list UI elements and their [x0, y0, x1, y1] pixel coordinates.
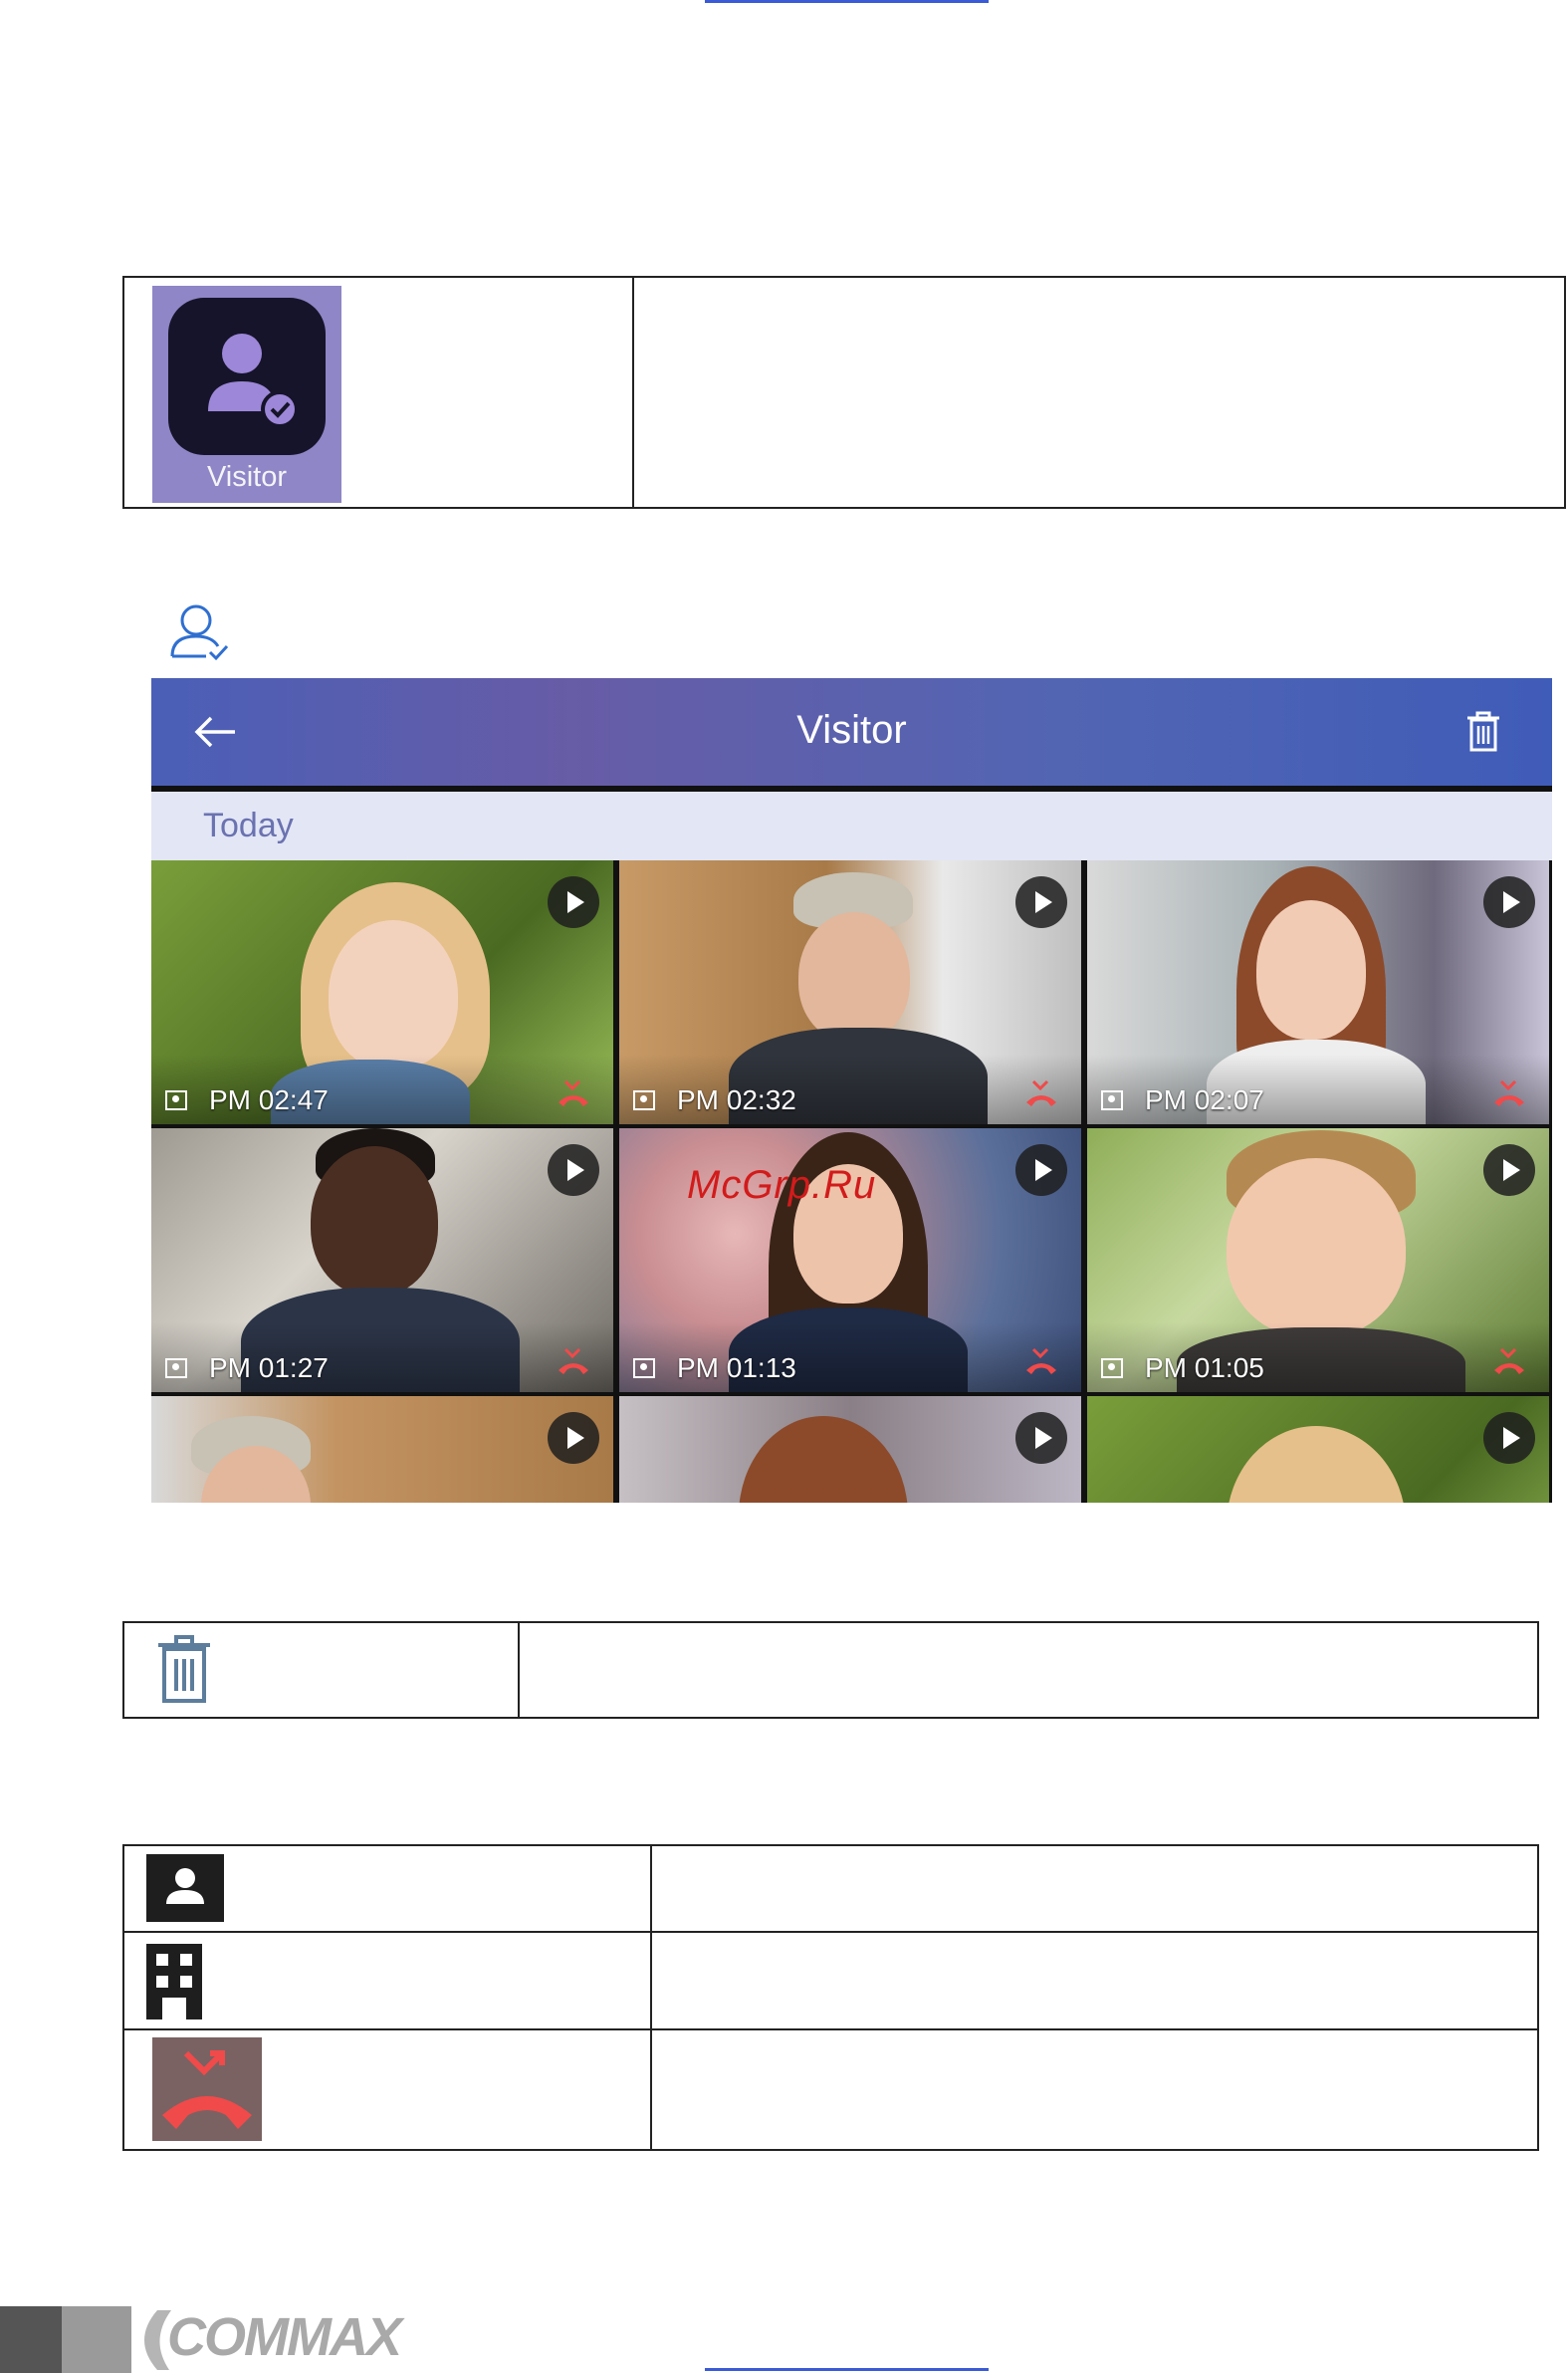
person-check-icon	[208, 334, 299, 428]
footer-block-dark	[0, 2306, 62, 2373]
person-card-icon	[165, 1358, 187, 1378]
app-header: Visitor	[151, 678, 1552, 786]
visitor-thumbnail[interactable]	[151, 1396, 613, 1503]
person-card-icon	[1101, 1358, 1123, 1378]
play-icon[interactable]	[1483, 1144, 1535, 1196]
table-row-divider	[124, 1931, 1537, 1933]
visitor-thumbnail[interactable]: PM 01:27	[151, 1128, 613, 1392]
person-card-icon	[146, 1854, 224, 1922]
table-divider	[632, 278, 634, 507]
visitor-thumbnail[interactable]	[1087, 1396, 1549, 1503]
visitor-thumbnail[interactable]: PM 02:47	[151, 860, 613, 1124]
trash-icon	[158, 1635, 210, 1703]
visitor-thumbnail[interactable]: PM 02:07	[1087, 860, 1549, 1124]
visitor-outline-icon	[170, 604, 229, 661]
screen-title: Visitor	[796, 708, 907, 752]
play-icon[interactable]	[548, 876, 599, 928]
visitor-thumbnail[interactable]: PM 01:05	[1087, 1128, 1549, 1392]
thumbnail-time-label: PM 01:13	[633, 1352, 796, 1384]
table-divider	[518, 1623, 520, 1717]
play-icon[interactable]	[1015, 1412, 1067, 1464]
delete-icon-table	[122, 1621, 1539, 1719]
play-icon[interactable]	[548, 1144, 599, 1196]
thumbnail-time-label: PM 02:07	[1101, 1084, 1264, 1116]
visitor-thumbnail[interactable]	[619, 1396, 1081, 1503]
trash-icon[interactable]	[1463, 710, 1503, 754]
missed-call-icon	[1494, 1347, 1524, 1374]
missed-call-icon	[559, 1079, 588, 1106]
play-icon[interactable]	[1015, 1144, 1067, 1196]
person-card-icon	[1101, 1090, 1123, 1110]
person-card-icon	[633, 1090, 655, 1110]
visitor-app-icon[interactable]: Visitor	[152, 286, 341, 503]
top-link-underline	[705, 0, 989, 3]
visitor-app-icon-square	[168, 298, 326, 455]
person-card-icon	[633, 1358, 655, 1378]
building-icon	[146, 1944, 202, 2019]
table-divider	[650, 1846, 652, 2149]
app-icon-table: Visitor	[122, 276, 1566, 509]
date-group-bar	[151, 792, 1552, 860]
missed-call-icon	[1494, 1079, 1524, 1106]
missed-call-icon	[1026, 1347, 1056, 1374]
date-group-label: Today	[203, 807, 294, 844]
thumbnail-time-label: PM 02:47	[165, 1084, 329, 1116]
footer-block-grey	[62, 2306, 131, 2373]
visitor-screen: Visitor Today PM 02:47 PM 02:32 PM 02:07	[151, 678, 1552, 1503]
play-icon[interactable]	[548, 1412, 599, 1464]
thumbnail-time-label: PM 01:27	[165, 1352, 329, 1384]
watermark: McGrp.Ru	[687, 1163, 877, 1207]
missed-call-icon	[559, 1347, 588, 1374]
bottom-link-underline	[705, 2368, 989, 2371]
play-icon[interactable]	[1015, 876, 1067, 928]
play-icon[interactable]	[1483, 1412, 1535, 1464]
app-icon-label: Visitor	[206, 461, 288, 493]
visitor-thumbnail[interactable]: PM 02:32	[619, 860, 1081, 1124]
status-icons-table	[122, 1844, 1539, 2151]
missed-call-icon	[152, 2037, 262, 2141]
missed-call-icon	[1026, 1079, 1056, 1106]
play-icon[interactable]	[1483, 876, 1535, 928]
thumbnail-time-label: PM 01:05	[1101, 1352, 1264, 1384]
person-card-icon	[165, 1090, 187, 1110]
brand-logo: COMMAX	[167, 2307, 402, 2367]
thumbnail-time-label: PM 02:32	[633, 1084, 796, 1116]
table-row-divider	[124, 2028, 1537, 2030]
